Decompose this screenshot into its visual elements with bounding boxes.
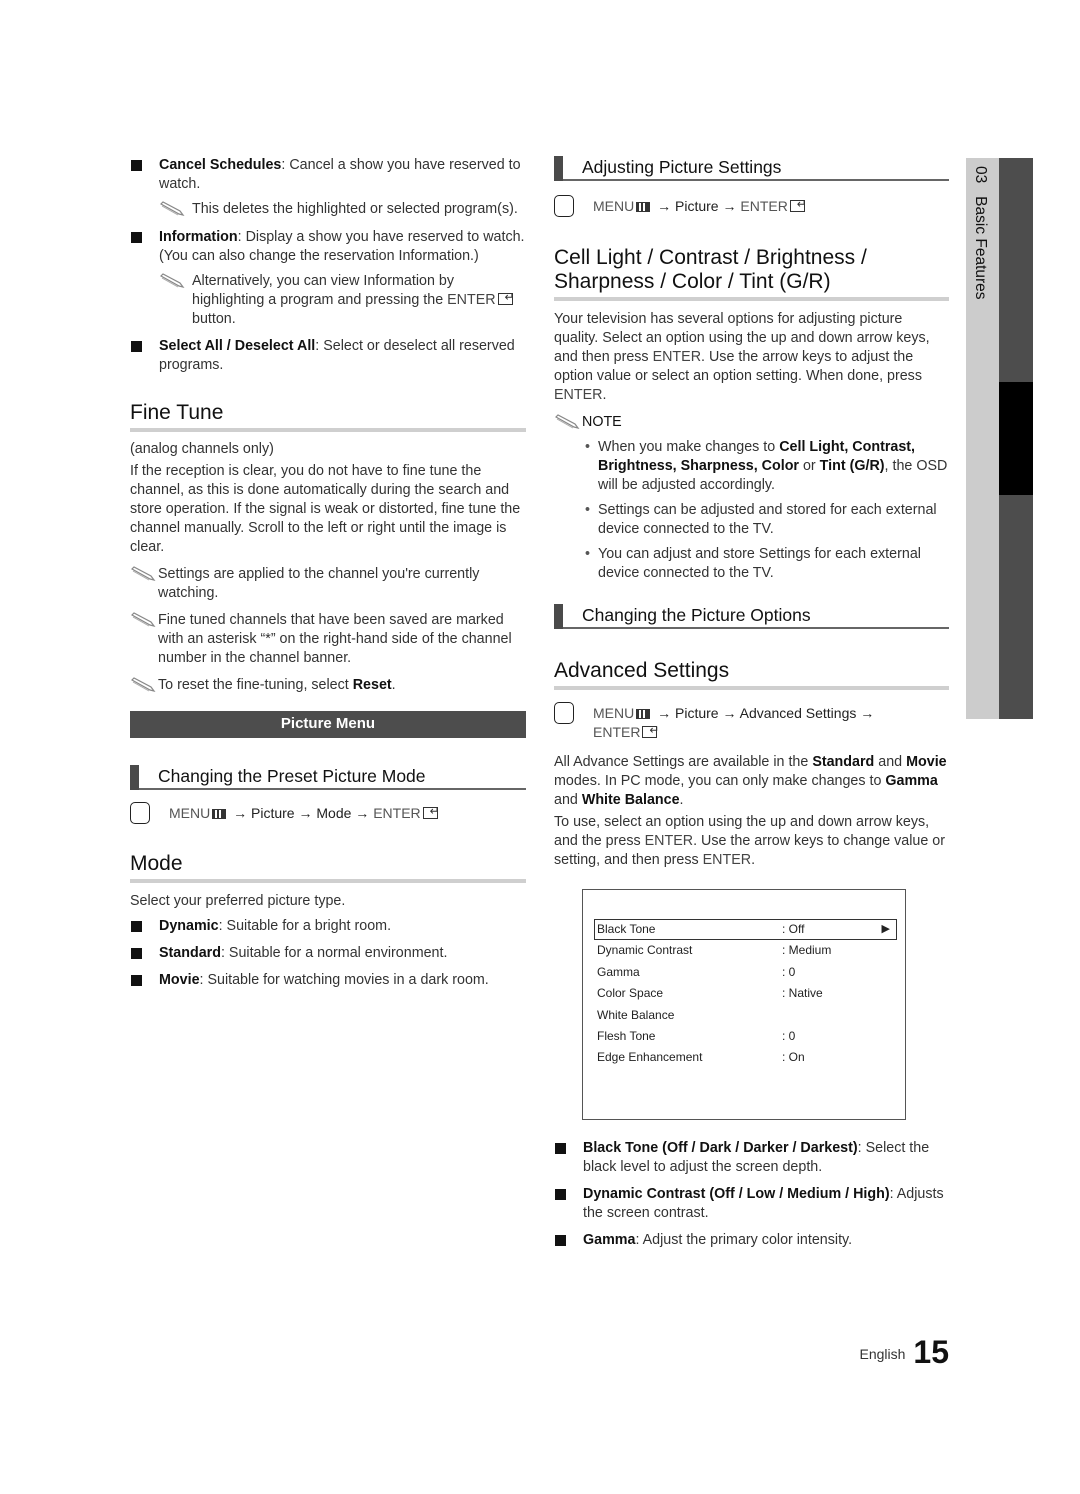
- bullet-information: Information: Display a show you have res…: [130, 228, 526, 266]
- heading-bar: [554, 156, 563, 181]
- menu-path-mode: MENU → Picture → Mode → ENTER: [130, 802, 526, 824]
- hand-press-icon: [130, 802, 150, 824]
- osd-row-color-space: Color Space : Native: [597, 986, 823, 1000]
- pencil-note-icon: [555, 414, 580, 429]
- osd-row-black-tone: Black Tone : Off ▶: [594, 919, 897, 940]
- heading-picture-options: Changing the Picture Options: [554, 604, 949, 629]
- bullet-square-icon: [555, 1235, 566, 1246]
- menu-icon: [636, 709, 651, 719]
- pencil-note-icon: [160, 273, 185, 288]
- heading-mode: Mode: [130, 852, 526, 883]
- fine-tune-subtitle: (analog channels only): [130, 441, 274, 457]
- advanced-bullets: Black Tone (Off / Dark / Darker / Darkes…: [554, 1139, 949, 1250]
- note-item: • Settings can be adjusted and stored fo…: [585, 502, 937, 537]
- mode-item-movie: Movie: Suitable for watching movies in a…: [130, 971, 526, 990]
- osd-row-gamma: Gamma : 0: [597, 965, 796, 979]
- enter-icon: [642, 721, 659, 740]
- page-footer: English 15: [859, 1334, 949, 1371]
- bullet-gamma: Gamma: Adjust the primary color intensit…: [554, 1231, 949, 1250]
- picture-menu-banner: Picture Menu: [130, 711, 526, 738]
- menu-icon: [212, 809, 227, 819]
- menu-path-advanced: MENU → Picture → Advanced Settings → ENT…: [554, 702, 949, 742]
- bullet-select-all: Select All / Deselect All: Select or des…: [130, 337, 526, 375]
- heading-advanced-settings: Advanced Settings: [554, 659, 949, 690]
- chapter-label: 03 Basic Features: [972, 166, 989, 300]
- heading-bar: [554, 604, 563, 629]
- mode-item-dynamic: Dynamic: Suitable for a bright room.: [130, 917, 526, 936]
- enter-icon: [497, 288, 515, 307]
- pencil-note-icon: [131, 612, 156, 627]
- bullet-square-icon: [131, 948, 142, 959]
- chapter-side-tab: 03 Basic Features: [966, 158, 1033, 719]
- footer-language: English: [859, 1346, 906, 1362]
- right-column: Adjusting Picture Settings MENU → Pictur…: [554, 156, 949, 870]
- osd-row-edge-enhancement: Edge Enhancement : On: [597, 1050, 805, 1064]
- bullet-dot-icon: •: [585, 502, 591, 518]
- chapter-marker: [999, 382, 1033, 495]
- pencil-note-icon: [131, 677, 156, 692]
- bullet-square-icon: [555, 1143, 566, 1154]
- heading-fine-tune: Fine Tune: [130, 401, 526, 432]
- bullet-black-tone: Black Tone (Off / Dark / Darker / Darkes…: [554, 1139, 949, 1177]
- note-header: NOTE: [554, 413, 949, 432]
- bullet-square-icon: [131, 921, 142, 932]
- left-column: Cancel Schedules: Cancel a show you have…: [130, 156, 526, 990]
- heading-bar: [130, 765, 139, 790]
- page-number: 15: [913, 1334, 949, 1370]
- note-information: Alternatively, you can view Information …: [159, 272, 526, 329]
- advanced-settings-osd: Black Tone : Off ▶ Dynamic Contrast : Me…: [582, 889, 906, 1120]
- advanced-para-2: To use, select an option using the up an…: [554, 814, 945, 868]
- bullet-dynamic-contrast: Dynamic Contrast (Off / Low / Medium / H…: [554, 1185, 949, 1223]
- note-cancel: This deletes the highlighted or selected…: [159, 200, 526, 219]
- bullet-dot-icon: •: [585, 546, 591, 562]
- bullet-square-icon: [131, 232, 142, 243]
- hand-press-icon: [554, 702, 574, 724]
- mode-intro: Select your preferred picture type.: [130, 893, 346, 909]
- fine-tune-note-1: Settings are applied to the channel you'…: [130, 565, 526, 603]
- bullet-square-icon: [131, 975, 142, 986]
- bullet-square-icon: [131, 160, 142, 171]
- note-item: • You can adjust and store Settings for …: [585, 546, 921, 581]
- pencil-note-icon: [131, 566, 156, 581]
- menu-path-picture: MENU → Picture → ENTER: [554, 195, 949, 217]
- triangle-right-icon: ▶: [881, 923, 890, 935]
- fine-tune-note-2: Fine tuned channels that have been saved…: [130, 611, 526, 668]
- enter-icon: [422, 802, 440, 821]
- fine-tune-note-reset: To reset the fine-tuning, select Reset.: [130, 676, 526, 695]
- osd-row-dynamic-contrast: Dynamic Contrast : Medium: [597, 943, 832, 957]
- advanced-para-1: All Advance Settings are available in th…: [554, 754, 947, 808]
- mode-item-standard: Standard: Suitable for a normal environm…: [130, 944, 526, 963]
- pencil-note-icon: [160, 201, 185, 216]
- bullet-square-icon: [131, 341, 142, 352]
- menu-icon: [636, 202, 651, 212]
- enter-icon: [789, 195, 807, 214]
- osd-row-white-balance: White Balance: [597, 1008, 675, 1022]
- fine-tune-body: If the reception is clear, you do not ha…: [130, 463, 521, 555]
- bullet-cancel-schedules: Cancel Schedules: Cancel a show you have…: [130, 156, 526, 194]
- osd-row-flesh-tone: Flesh Tone : 0: [597, 1029, 796, 1043]
- heading-cell-light: Cell Light / Contrast / Brightness / Sha…: [554, 246, 949, 301]
- cell-body: Your television has several options for …: [554, 311, 930, 403]
- hand-press-icon: [554, 195, 574, 217]
- bullet-square-icon: [555, 1189, 566, 1200]
- note-item: • When you make changes to Cell Light, C…: [585, 439, 948, 493]
- bullet-dot-icon: •: [585, 439, 591, 455]
- heading-preset-picture-mode: Changing the Preset Picture Mode: [130, 765, 526, 790]
- heading-adjusting-picture-settings: Adjusting Picture Settings: [554, 156, 949, 181]
